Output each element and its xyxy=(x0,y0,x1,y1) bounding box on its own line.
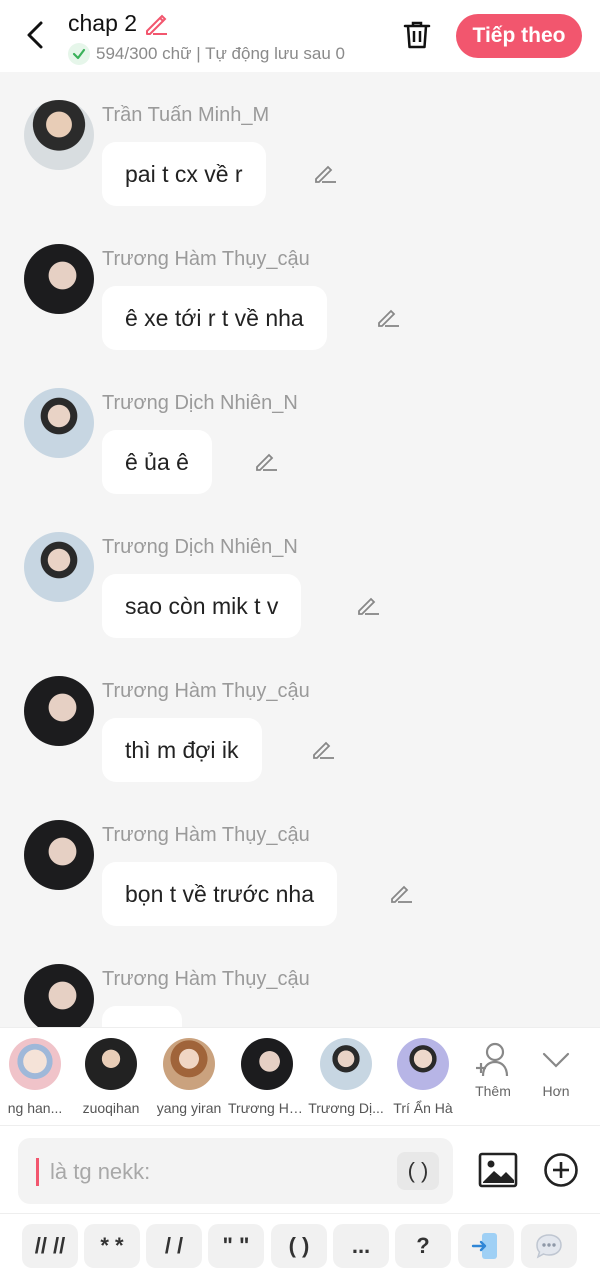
avatar xyxy=(241,1038,293,1090)
character-item[interactable]: yang yiran xyxy=(150,1038,228,1116)
character-name: zuoqihan xyxy=(82,1100,140,1116)
sender-name: Trần Tuấn Minh_M xyxy=(102,104,270,126)
message-row: Trương Dịch Nhiên_N ê ủa ê xyxy=(0,360,600,504)
avatar[interactable] xyxy=(24,244,94,314)
message-bubble[interactable]: sao còn mik t v xyxy=(102,574,302,638)
avatar xyxy=(397,1038,449,1090)
back-button[interactable] xyxy=(18,18,52,52)
edit-icon[interactable] xyxy=(388,880,414,906)
character-item[interactable]: Trương Hà... xyxy=(228,1038,306,1116)
avatar[interactable] xyxy=(24,532,94,602)
avatar[interactable] xyxy=(24,100,94,170)
avatar[interactable] xyxy=(24,388,94,458)
message-row: Trương Dịch Nhiên_N sao còn mik t v xyxy=(0,504,600,648)
message-bubble[interactable]: pai t cx về r xyxy=(102,142,266,206)
insert-phone-button[interactable] xyxy=(458,1224,514,1268)
edit-icon[interactable] xyxy=(375,304,401,330)
delete-button[interactable] xyxy=(400,18,434,52)
add-person-icon xyxy=(476,1042,509,1077)
chapter-title[interactable]: chap 2 xyxy=(68,10,137,37)
message-list[interactable]: Trần Tuấn Minh_M pai t cx về r Trương Hà… xyxy=(0,72,600,1027)
message-bubble[interactable]: thì m đợi ik xyxy=(102,718,262,782)
avatar xyxy=(9,1038,61,1090)
edit-icon[interactable] xyxy=(355,592,381,618)
sender-name: Trương Hàm Thụy_cậu xyxy=(102,968,310,990)
chevron-down-icon xyxy=(542,1052,570,1068)
character-name: Trương Dị... xyxy=(308,1100,384,1116)
edit-icon[interactable] xyxy=(312,160,338,186)
edit-icon[interactable] xyxy=(310,736,336,762)
avatar xyxy=(163,1038,215,1090)
edit-title-icon[interactable] xyxy=(143,11,169,37)
chat-bubble-icon xyxy=(536,1234,562,1259)
edit-icon[interactable] xyxy=(253,448,279,474)
format-button[interactable]: // // xyxy=(22,1224,78,1268)
avatar xyxy=(85,1038,137,1090)
message-row: Trương Hàm Thụy_cậu bọn t về trước nha xyxy=(0,792,600,936)
message-row: Trương Hàm Thụy_cậu ê xe tới r t về nha xyxy=(0,216,600,360)
sender-name: Trương Dịch Nhiên_N xyxy=(102,392,298,414)
chevron-left-icon xyxy=(27,21,43,49)
message-row: Trương Hàm Thụy_cậu thì m đợi ik xyxy=(0,648,600,792)
character-name: Trí Ẩn Hà xyxy=(393,1100,453,1116)
sender-name: Trương Hàm Thụy_cậu xyxy=(102,248,310,270)
character-bar: ng han... zuoqihan yang yiran Trương Hà.… xyxy=(0,1027,600,1125)
add-character-button[interactable]: Thêm xyxy=(468,1040,518,1099)
insert-bubble-button[interactable] xyxy=(521,1224,577,1268)
sender-name: Trương Hàm Thụy_cậu xyxy=(102,680,310,702)
message-bubble[interactable]: bọn t về trước nha xyxy=(102,862,338,926)
format-button[interactable]: ? xyxy=(395,1224,451,1268)
more-label: Hơn xyxy=(542,1083,570,1099)
format-toolbar: // // * * / / " " ( ) ... ? xyxy=(0,1213,600,1278)
header-bar: chap 2 594/300 chữ | Tự động lưu sau 0 T… xyxy=(0,0,600,72)
text-cursor xyxy=(36,1158,39,1186)
sender-name: Trương Hàm Thụy_cậu xyxy=(102,824,310,846)
add-circle-icon[interactable] xyxy=(543,1152,579,1188)
avatar[interactable] xyxy=(24,820,94,890)
phone-transfer-icon xyxy=(471,1233,497,1259)
save-status: 594/300 chữ | Tự động lưu sau 0 xyxy=(68,43,345,65)
format-button[interactable]: * * xyxy=(84,1224,140,1268)
format-button[interactable]: ( ) xyxy=(271,1224,327,1268)
character-name: ng han... xyxy=(7,1100,63,1116)
format-button[interactable]: ... xyxy=(333,1224,389,1268)
character-item[interactable]: zuoqihan xyxy=(72,1038,150,1116)
avatar[interactable] xyxy=(24,676,94,746)
avatar xyxy=(320,1038,372,1090)
trash-icon xyxy=(403,21,431,49)
message-row: Trương Hàm Thụy_cậu xyxy=(0,936,600,1027)
format-button[interactable]: / / xyxy=(146,1224,202,1268)
input-bar: là tg nekk: ( ) xyxy=(0,1125,600,1213)
character-item[interactable]: Trương Dị... xyxy=(307,1038,385,1116)
avatar[interactable] xyxy=(24,964,94,1027)
word-count-autosave: 594/300 chữ | Tự động lưu sau 0 xyxy=(96,44,346,63)
chapter-editor-screen: chap 2 594/300 chữ | Tự động lưu sau 0 T… xyxy=(0,0,600,1278)
character-item[interactable]: Trí Ẩn Hà xyxy=(384,1038,462,1116)
more-button[interactable]: Hơn xyxy=(532,1040,580,1099)
message-bubble[interactable] xyxy=(102,1006,182,1027)
character-name: Trương Hà... xyxy=(228,1100,306,1116)
character-name: yang yiran xyxy=(156,1100,222,1116)
image-icon[interactable] xyxy=(478,1152,518,1188)
message-bubble[interactable]: ê ủa ê xyxy=(102,430,212,494)
title-area: chap 2 594/300 chữ | Tự động lưu sau 0 xyxy=(68,10,345,65)
add-label: Thêm xyxy=(475,1083,511,1099)
character-item[interactable]: ng han... xyxy=(0,1038,74,1116)
input-placeholder: là tg nekk: xyxy=(50,1159,151,1184)
check-circle-icon xyxy=(68,43,90,65)
message-input[interactable]: là tg nekk: ( ) xyxy=(18,1138,453,1204)
sender-name: Trương Dịch Nhiên_N xyxy=(102,536,298,558)
message-bubble[interactable]: ê xe tới r t về nha xyxy=(102,286,327,350)
message-row: Trần Tuấn Minh_M pai t cx về r xyxy=(0,72,600,216)
parentheses-button[interactable]: ( ) xyxy=(397,1152,439,1190)
format-button[interactable]: " " xyxy=(208,1224,264,1268)
next-button[interactable]: Tiếp theo xyxy=(456,14,582,58)
